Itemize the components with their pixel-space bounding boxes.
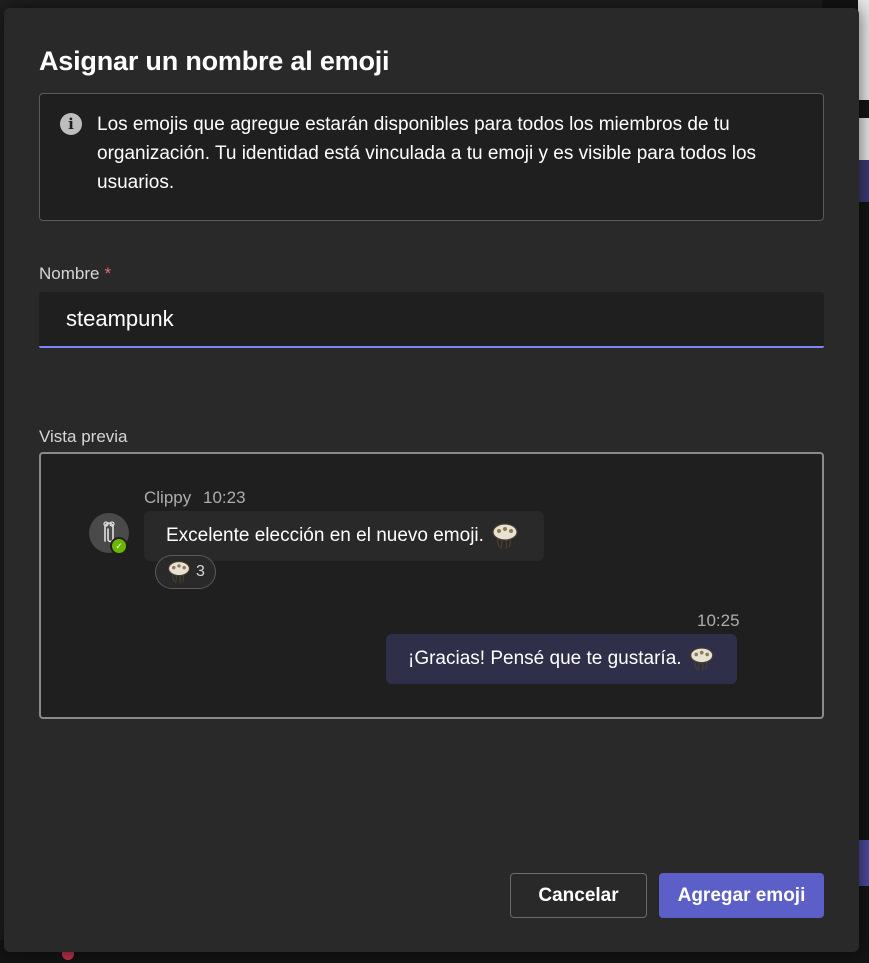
- steampunk-jellyfish-emoji-icon: [168, 561, 190, 584]
- outgoing-message-bubble: ¡Gracias! Pensé que te gustaría.: [386, 634, 737, 684]
- incoming-message-bubble: Excelente elección en el nuevo emoji.: [144, 511, 544, 561]
- name-label-text: Nombre: [39, 264, 100, 283]
- message-timestamp: 10:25: [697, 611, 740, 630]
- preview-panel: ✓ Clippy 10:23 Excelente elección en el …: [39, 452, 824, 719]
- message-timestamp: 10:23: [203, 488, 246, 507]
- cancel-button[interactable]: Cancelar: [510, 873, 647, 918]
- background-accent-fragment: [858, 160, 869, 202]
- background-accent-fragment: [858, 840, 869, 886]
- emoji-reaction[interactable]: 3: [155, 555, 216, 589]
- preview-label: Vista previa: [39, 427, 128, 446]
- rename-emoji-dialog: Asignar un nombre al emoji i Los emojis …: [4, 8, 859, 952]
- message-sender: Clippy: [144, 488, 192, 507]
- reaction-count: 3: [196, 563, 205, 580]
- dialog-title: Asignar un nombre al emoji: [39, 46, 390, 76]
- background-panel-fragment: [858, 0, 869, 100]
- required-indicator: *: [104, 264, 112, 283]
- info-message-bar: i Los emojis que agregue estarán disponi…: [39, 93, 824, 221]
- steampunk-jellyfish-emoji-icon: [689, 647, 713, 672]
- incoming-message-text: Excelente elección en el nuevo emoji.: [166, 525, 484, 546]
- name-field-label: Nombre *: [39, 264, 111, 284]
- outgoing-message-text: ¡Gracias! Pensé que te gustaría.: [408, 648, 682, 669]
- info-icon: i: [60, 113, 82, 135]
- add-emoji-button[interactable]: Agregar emoji: [659, 873, 824, 918]
- background-panel-fragment: [858, 118, 869, 160]
- presence-available-icon: ✓: [110, 537, 128, 555]
- info-message-text: Los emojis que agregue estarán disponibl…: [97, 114, 757, 193]
- steampunk-jellyfish-emoji-icon: [492, 523, 518, 550]
- emoji-name-input[interactable]: [39, 292, 824, 348]
